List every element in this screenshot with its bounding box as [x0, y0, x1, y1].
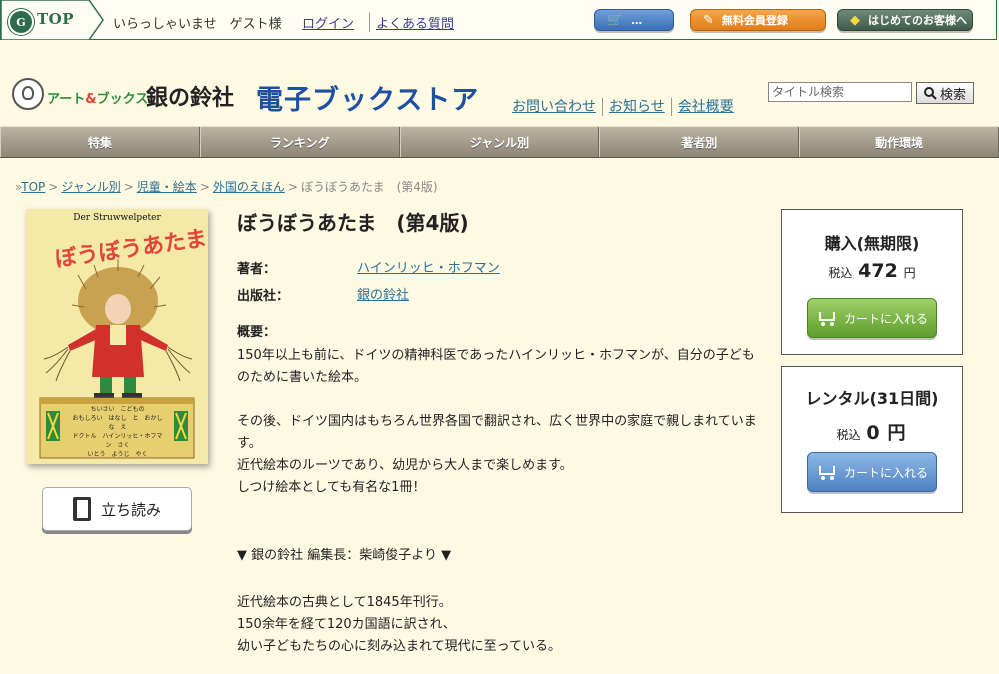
breadcrumb-separator: > — [199, 180, 210, 194]
search-button[interactable]: 検索 — [916, 82, 974, 104]
brand-subtitle-amp: & — [85, 92, 97, 107]
cart-button-label: カートに入れる — [843, 465, 928, 480]
breadcrumb-genre[interactable]: ジャンル別 — [61, 180, 120, 194]
top-label: TOP — [37, 10, 75, 28]
purchase-box: 購入(無期限) 税込 472 円 カートに入れる — [781, 209, 963, 355]
link-divider — [602, 98, 603, 116]
news-link[interactable]: お知らせ — [609, 99, 665, 115]
cover-credit-line: いとう ようじ やく — [87, 451, 148, 458]
cart-icon: 🛒 — [607, 12, 624, 28]
summary-paragraph: その後、ドイツ国内はもちろん世界各国で翻訳され、広く世界中の家庭で親しまれていま… — [237, 414, 757, 451]
summary-paragraph: 150年以上も前に、ドイツの精神科医であったハインリッヒ・ホフマンが、自分の子ど… — [237, 348, 755, 385]
bell-logo-icon[interactable] — [12, 78, 44, 110]
header-links: お問い合わせ お知らせ 会社概要 — [512, 96, 734, 116]
summary-label: 概要： — [237, 325, 277, 340]
book-icon — [72, 497, 91, 521]
first-time-button[interactable]: ◆ はじめてのお客様へ — [837, 9, 973, 31]
login-link[interactable]: ログイン — [302, 13, 354, 32]
publisher-label: 出版社： — [237, 289, 290, 304]
summary-paragraph: 近代絵本のルーツであり、幼児から大人まで楽しめます。 — [237, 458, 573, 473]
cart-button-label: … — [631, 13, 643, 27]
cover-title-german: Der Struwwelpeter — [73, 213, 161, 223]
summary-paragraph: しつけ絵本としても有名な1冊！ — [237, 480, 426, 495]
cart-button-label: カートに入れる — [843, 311, 928, 326]
rental-price: 税込 0 円 — [782, 419, 962, 445]
breadcrumb-separator: > — [123, 180, 134, 194]
brand-subtitle: アート&ブックス — [47, 88, 148, 107]
author-label: 著者： — [237, 262, 277, 277]
cover-credits: ちいさい こどもの おもしろい はなし と おかしな え ドクトル ハインリッヒ… — [70, 405, 165, 459]
faq-link[interactable]: よくある質問 — [369, 13, 454, 32]
breadcrumb-current: ぼうぼうあたま (第4版) — [300, 180, 438, 194]
search-button-label: 検索 — [939, 87, 966, 103]
register-button[interactable]: ✎ 無料会員登録 — [690, 9, 826, 31]
tax-label: 税込 — [828, 266, 853, 280]
breadcrumb-foreign[interactable]: 外国のえほん — [213, 180, 285, 194]
cover-credit-line: ドクトル ハインリッヒ・ホフマン さく — [72, 433, 163, 449]
preview-button-label: 立ち読み — [100, 500, 161, 519]
breadcrumb-separator: > — [48, 180, 59, 194]
store-name[interactable]: 電子ブックストア — [256, 78, 479, 117]
register-button-label: 無料会員登録 — [721, 14, 788, 27]
cart-icon — [816, 464, 838, 480]
editor-heading: ▼ 銀の鈴社 編集長：柴崎俊子より ▼ — [237, 548, 452, 563]
brand-name[interactable]: 銀の鈴社 — [146, 80, 234, 112]
preview-button[interactable]: 立ち読み — [42, 487, 192, 531]
cart-icon — [816, 310, 838, 326]
company-emblem-icon: G — [8, 9, 34, 35]
nav-item-ranking[interactable]: ランキング — [199, 127, 400, 157]
main-nav: 特集 ランキング ジャンル別 著者別 動作環境 — [0, 126, 999, 158]
author-link[interactable]: ハインリッヒ・ホフマン — [357, 257, 500, 276]
brand-subtitle-books: ブックス — [96, 92, 149, 107]
cart-button[interactable]: 🛒 … — [594, 9, 674, 31]
greeting-text: いらっしゃいませ ゲスト様 — [113, 17, 282, 32]
yen-label: 円 — [903, 266, 916, 280]
cover-credit-line: ちいさい こどもの — [90, 406, 145, 413]
search-input[interactable] — [768, 82, 912, 102]
rental-box: レンタル(31日間) 税込 0 円 カートに入れる — [781, 366, 963, 513]
breadcrumb-top[interactable]: TOP — [21, 180, 45, 194]
purchase-price-value: 472 — [858, 260, 898, 282]
search-icon — [923, 86, 937, 100]
tax-label: 税込 — [836, 428, 861, 442]
nav-item-features[interactable]: 特集 — [0, 127, 200, 157]
book-cover[interactable]: Der Struwwelpeter ぼうぼうあたま ちいさい こどもの おもしろ… — [26, 209, 208, 464]
cover-credit-line: おもしろい はなし と おかしな え — [72, 415, 163, 431]
contact-link[interactable]: お問い合わせ — [512, 99, 596, 115]
purchase-price: 税込 472 円 — [782, 260, 962, 282]
link-divider — [670, 98, 672, 116]
add-to-cart-rental-button[interactable]: カートに入れる — [807, 452, 937, 492]
add-to-cart-purchase-button[interactable]: カートに入れる — [807, 298, 937, 338]
editor-note: 150余年を経て120カ国語に訳され、 — [237, 617, 456, 632]
nav-item-genre[interactable]: ジャンル別 — [399, 127, 600, 157]
company-link[interactable]: 会社概要 — [678, 99, 734, 115]
rental-price-value: 0 — [866, 422, 880, 444]
pencil-icon: ✎ — [703, 12, 714, 28]
editor-note: 近代絵本の古典として1845年刊行。 — [237, 595, 452, 610]
book-title: ぼうぼうあたま (第4版) — [237, 211, 469, 235]
purchase-heading: 購入(無期限) — [824, 234, 920, 253]
top-bar: G TOP いらっしゃいませ ゲスト様 ログイン よくある質問 🛒 … ✎ 無料… — [0, 0, 997, 40]
beginner-mark-icon: ◆ — [850, 12, 860, 28]
yen-label: 円 — [887, 423, 906, 444]
brand-subtitle-art: アート — [47, 92, 86, 107]
first-time-button-label: はじめてのお客様へ — [868, 14, 967, 27]
top-home-tab[interactable]: G TOP — [1, 0, 104, 40]
editor-note: 幼い子どもたちの心に刻み込まれて現代に至っている。 — [237, 639, 561, 654]
rental-heading: レンタル(31日間) — [805, 389, 939, 408]
breadcrumb: »TOP > ジャンル別 > 児童・絵本 > 外国のえほん > ぼうぼうあたま (第4版) — [15, 178, 438, 195]
breadcrumb-separator: > — [287, 180, 298, 194]
nav-item-environment[interactable]: 動作環境 — [799, 127, 999, 157]
nav-item-author[interactable]: 著者別 — [599, 127, 800, 157]
breadcrumb-children[interactable]: 児童・絵本 — [137, 180, 197, 194]
publisher-link[interactable]: 銀の鈴社 — [357, 284, 409, 303]
